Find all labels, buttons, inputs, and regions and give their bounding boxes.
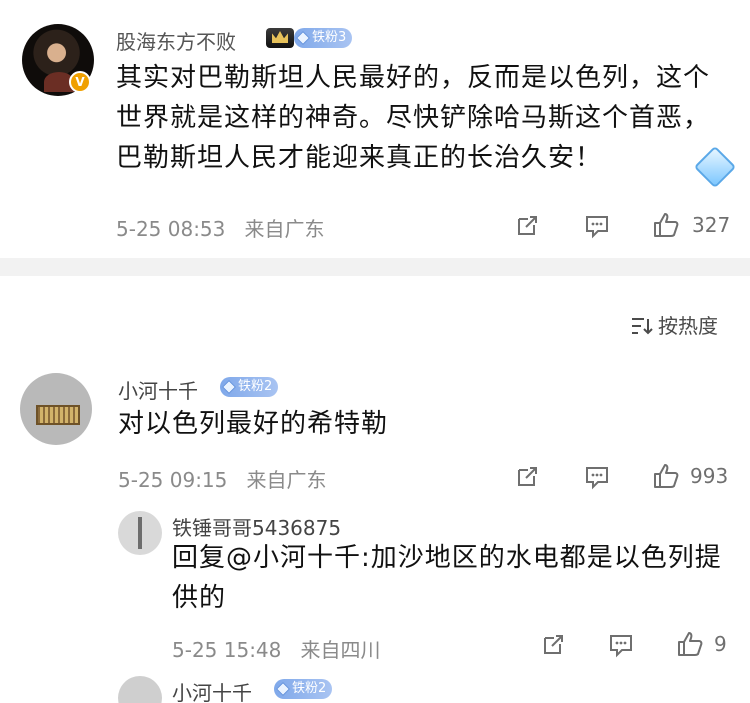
post-meta: 5-25 08:53 来自广东 — [116, 213, 324, 242]
diamond-icon — [221, 379, 237, 395]
reply-username[interactable]: 小河十千 — [172, 677, 252, 703]
reply-location: 来自四川 — [300, 638, 381, 662]
diamond-icon — [275, 681, 291, 697]
post-username[interactable]: 股海东方不败 — [116, 26, 236, 55]
fan-badge-label: 铁粉2 — [238, 379, 273, 394]
reply-meta: 5-25 15:48 来自四川 — [172, 634, 380, 663]
like-count: 993 — [690, 464, 729, 488]
reply-avatar[interactable] — [118, 676, 162, 703]
fan-badge-label: 铁粉2 — [292, 681, 327, 696]
share-icon[interactable] — [540, 632, 566, 658]
sort-by-popularity[interactable]: 按热度 — [658, 310, 718, 339]
like-count: 327 — [692, 213, 731, 237]
like-icon[interactable] — [652, 211, 680, 239]
weibo-post: V 股海东方不败 铁粉3 其实对巴勒斯坦人民最好的，反而是以色列，这个世界就是这… — [0, 0, 750, 258]
fan-badge[interactable]: 铁粉3 — [294, 28, 353, 48]
sort-icon[interactable] — [630, 316, 654, 336]
comment-timestamp: 5-25 09:15 — [118, 468, 228, 492]
post-location: 来自广东 — [244, 217, 325, 241]
comment-icon[interactable] — [608, 632, 634, 658]
fan-badge-label: 铁粉3 — [312, 30, 347, 45]
verified-icon: V — [69, 71, 91, 93]
crown-icon — [266, 28, 294, 48]
reply-timestamp: 5-25 15:48 — [172, 638, 282, 662]
reply-username[interactable]: 铁锤哥哥5436875 — [172, 512, 341, 541]
comment-icon[interactable] — [584, 213, 610, 239]
comment-meta: 5-25 09:15 来自广东 — [118, 464, 326, 493]
section-divider — [0, 258, 750, 276]
diamond-icon — [295, 30, 311, 46]
share-icon[interactable] — [514, 213, 540, 239]
comment-avatar[interactable] — [20, 373, 92, 445]
comment-icon[interactable] — [584, 464, 610, 490]
fan-badge[interactable]: 铁粉2 — [274, 679, 333, 699]
reply-avatar[interactable] — [118, 511, 162, 555]
comment-location: 来自广东 — [246, 468, 327, 492]
like-icon[interactable] — [652, 462, 680, 490]
post-content: 其实对巴勒斯坦人民最好的，反而是以色列，这个世界就是这样的神奇。尽快铲除哈马斯这… — [116, 63, 711, 173]
share-icon[interactable] — [514, 464, 540, 490]
comment-username[interactable]: 小河十千 — [118, 375, 198, 404]
post-timestamp: 5-25 08:53 — [116, 217, 226, 241]
reply-content: 回复@小河十千:加沙地区的水电都是以色列提供的 — [172, 543, 722, 613]
like-icon[interactable] — [676, 630, 704, 658]
fan-badge[interactable]: 铁粉2 — [220, 377, 279, 397]
like-count: 9 — [714, 632, 727, 656]
comment-content: 对以色列最好的希特勒 — [118, 409, 389, 439]
